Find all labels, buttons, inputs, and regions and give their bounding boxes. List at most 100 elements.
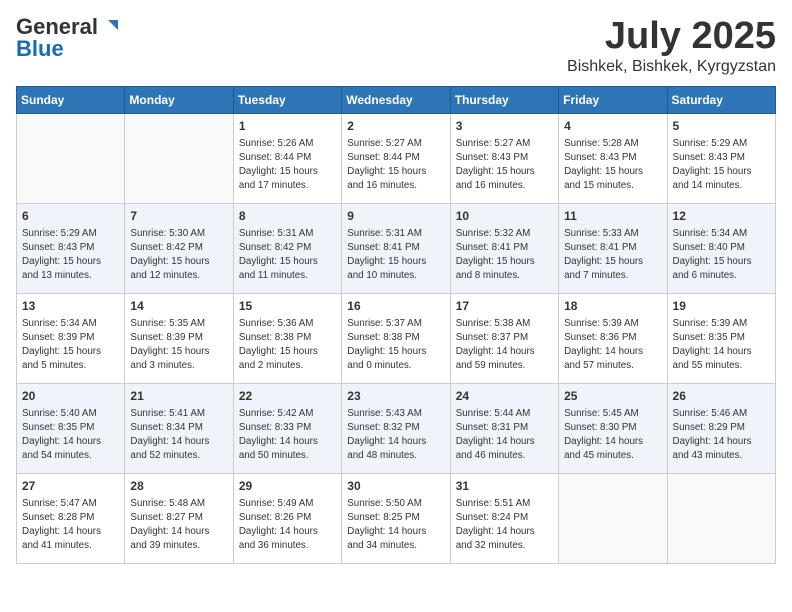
weekday-header: Sunday [17, 86, 125, 113]
calendar-week-row: 27 Sunrise: 5:47 AM Sunset: 8:28 PM Dayli… [17, 473, 776, 563]
calendar-cell: 13Sunrise: 5:34 AM Sunset: 8:39 PM Dayli… [17, 293, 125, 383]
day-number: 12 [673, 208, 770, 225]
day-number: 9 [347, 208, 444, 225]
logo-icon [100, 16, 122, 38]
calendar-cell: 14 Sunrise: 5:35 AM Sunset: 8:39 PM Dayli… [125, 293, 233, 383]
day-info: Sunrise: 5:33 AM Sunset: 8:41 PM Dayligh… [564, 227, 661, 284]
calendar-cell: 10 Sunrise: 5:32 AM Sunset: 8:41 PM Dayli… [450, 203, 558, 293]
day-info: Sunrise: 5:39 AM Sunset: 8:35 PM Dayligh… [673, 317, 770, 374]
day-number: 5 [673, 118, 770, 135]
day-number: 25 [564, 388, 661, 405]
weekday-header-row: SundayMondayTuesdayWednesdayThursdayFrid… [17, 86, 776, 113]
calendar-week-row: 1Sunrise: 5:26 AM Sunset: 8:44 PM Daylig… [17, 113, 776, 203]
calendar-cell: 16 Sunrise: 5:37 AM Sunset: 8:38 PM Dayli… [342, 293, 450, 383]
day-number: 7 [130, 208, 227, 225]
calendar-cell: 18 Sunrise: 5:39 AM Sunset: 8:36 PM Dayli… [559, 293, 667, 383]
weekday-header: Monday [125, 86, 233, 113]
weekday-header: Friday [559, 86, 667, 113]
day-info: Sunrise: 5:40 AM Sunset: 8:35 PM Dayligh… [22, 407, 119, 464]
calendar-cell: 1Sunrise: 5:26 AM Sunset: 8:44 PM Daylig… [233, 113, 341, 203]
day-number: 17 [456, 298, 553, 315]
day-number: 23 [347, 388, 444, 405]
day-info: Sunrise: 5:37 AM Sunset: 8:38 PM Dayligh… [347, 317, 444, 374]
calendar-cell: 17 Sunrise: 5:38 AM Sunset: 8:37 PM Dayli… [450, 293, 558, 383]
logo: General Blue [16, 16, 122, 60]
weekday-header: Wednesday [342, 86, 450, 113]
calendar-cell: 21 Sunrise: 5:41 AM Sunset: 8:34 PM Dayli… [125, 383, 233, 473]
day-info: Sunrise: 5:38 AM Sunset: 8:37 PM Dayligh… [456, 317, 553, 374]
day-number: 10 [456, 208, 553, 225]
day-info: Sunrise: 5:50 AM Sunset: 8:25 PM Dayligh… [347, 497, 444, 554]
calendar-cell: 3 Sunrise: 5:27 AM Sunset: 8:43 PM Daylig… [450, 113, 558, 203]
calendar-cell: 5Sunrise: 5:29 AM Sunset: 8:43 PM Daylig… [667, 113, 775, 203]
calendar-cell: 26 Sunrise: 5:46 AM Sunset: 8:29 PM Dayli… [667, 383, 775, 473]
day-number: 4 [564, 118, 661, 135]
day-info: Sunrise: 5:46 AM Sunset: 8:29 PM Dayligh… [673, 407, 770, 464]
day-number: 15 [239, 298, 336, 315]
logo-blue-text: Blue [16, 38, 64, 60]
calendar-cell: 2Sunrise: 5:27 AM Sunset: 8:44 PM Daylig… [342, 113, 450, 203]
calendar-cell: 30Sunrise: 5:50 AM Sunset: 8:25 PM Dayli… [342, 473, 450, 563]
day-number: 24 [456, 388, 553, 405]
day-number: 21 [130, 388, 227, 405]
day-number: 28 [130, 478, 227, 495]
day-number: 22 [239, 388, 336, 405]
calendar-cell [17, 113, 125, 203]
calendar-cell: 9 Sunrise: 5:31 AM Sunset: 8:41 PM Daylig… [342, 203, 450, 293]
day-info: Sunrise: 5:45 AM Sunset: 8:30 PM Dayligh… [564, 407, 661, 464]
day-info: Sunrise: 5:51 AM Sunset: 8:24 PM Dayligh… [456, 497, 553, 554]
day-info: Sunrise: 5:26 AM Sunset: 8:44 PM Dayligh… [239, 137, 336, 194]
day-info: Sunrise: 5:29 AM Sunset: 8:43 PM Dayligh… [22, 227, 119, 284]
day-info: Sunrise: 5:39 AM Sunset: 8:36 PM Dayligh… [564, 317, 661, 374]
day-number: 29 [239, 478, 336, 495]
calendar-table: SundayMondayTuesdayWednesdayThursdayFrid… [16, 86, 776, 564]
day-number: 2 [347, 118, 444, 135]
day-info: Sunrise: 5:49 AM Sunset: 8:26 PM Dayligh… [239, 497, 336, 554]
day-info: Sunrise: 5:36 AM Sunset: 8:38 PM Dayligh… [239, 317, 336, 374]
day-info: Sunrise: 5:31 AM Sunset: 8:42 PM Dayligh… [239, 227, 336, 284]
day-info: Sunrise: 5:41 AM Sunset: 8:34 PM Dayligh… [130, 407, 227, 464]
day-number: 6 [22, 208, 119, 225]
calendar-cell: 4Sunrise: 5:28 AM Sunset: 8:43 PM Daylig… [559, 113, 667, 203]
day-info: Sunrise: 5:47 AM Sunset: 8:28 PM Dayligh… [22, 497, 119, 554]
day-info: Sunrise: 5:34 AM Sunset: 8:39 PM Dayligh… [22, 317, 119, 374]
calendar-cell: 20Sunrise: 5:40 AM Sunset: 8:35 PM Dayli… [17, 383, 125, 473]
calendar-cell: 25 Sunrise: 5:45 AM Sunset: 8:30 PM Dayli… [559, 383, 667, 473]
calendar-cell [559, 473, 667, 563]
day-info: Sunrise: 5:30 AM Sunset: 8:42 PM Dayligh… [130, 227, 227, 284]
day-info: Sunrise: 5:35 AM Sunset: 8:39 PM Dayligh… [130, 317, 227, 374]
day-number: 27 [22, 478, 119, 495]
calendar-cell: 11 Sunrise: 5:33 AM Sunset: 8:41 PM Dayli… [559, 203, 667, 293]
day-info: Sunrise: 5:32 AM Sunset: 8:41 PM Dayligh… [456, 227, 553, 284]
weekday-header: Thursday [450, 86, 558, 113]
calendar-title: July 2025 [567, 16, 776, 58]
day-info: Sunrise: 5:34 AM Sunset: 8:40 PM Dayligh… [673, 227, 770, 284]
calendar-cell: 23Sunrise: 5:43 AM Sunset: 8:32 PM Dayli… [342, 383, 450, 473]
day-number: 11 [564, 208, 661, 225]
day-info: Sunrise: 5:27 AM Sunset: 8:43 PM Dayligh… [456, 137, 553, 194]
calendar-cell [667, 473, 775, 563]
calendar-cell: 8 Sunrise: 5:31 AM Sunset: 8:42 PM Daylig… [233, 203, 341, 293]
calendar-week-row: 20Sunrise: 5:40 AM Sunset: 8:35 PM Dayli… [17, 383, 776, 473]
calendar-week-row: 13Sunrise: 5:34 AM Sunset: 8:39 PM Dayli… [17, 293, 776, 383]
day-info: Sunrise: 5:44 AM Sunset: 8:31 PM Dayligh… [456, 407, 553, 464]
calendar-cell: 12 Sunrise: 5:34 AM Sunset: 8:40 PM Dayli… [667, 203, 775, 293]
day-info: Sunrise: 5:31 AM Sunset: 8:41 PM Dayligh… [347, 227, 444, 284]
calendar-location: Bishkek, Bishkek, Kyrgyzstan [567, 58, 776, 76]
weekday-header: Tuesday [233, 86, 341, 113]
day-number: 18 [564, 298, 661, 315]
calendar-cell [125, 113, 233, 203]
logo-general-text: General [16, 16, 98, 38]
calendar-cell: 24 Sunrise: 5:44 AM Sunset: 8:31 PM Dayli… [450, 383, 558, 473]
day-number: 3 [456, 118, 553, 135]
title-block: July 2025 Bishkek, Bishkek, Kyrgyzstan [567, 16, 776, 76]
day-number: 14 [130, 298, 227, 315]
day-number: 26 [673, 388, 770, 405]
day-number: 8 [239, 208, 336, 225]
day-number: 19 [673, 298, 770, 315]
calendar-cell: 7 Sunrise: 5:30 AM Sunset: 8:42 PM Daylig… [125, 203, 233, 293]
weekday-header: Saturday [667, 86, 775, 113]
calendar-cell: 28Sunrise: 5:48 AM Sunset: 8:27 PM Dayli… [125, 473, 233, 563]
day-number: 16 [347, 298, 444, 315]
day-info: Sunrise: 5:42 AM Sunset: 8:33 PM Dayligh… [239, 407, 336, 464]
